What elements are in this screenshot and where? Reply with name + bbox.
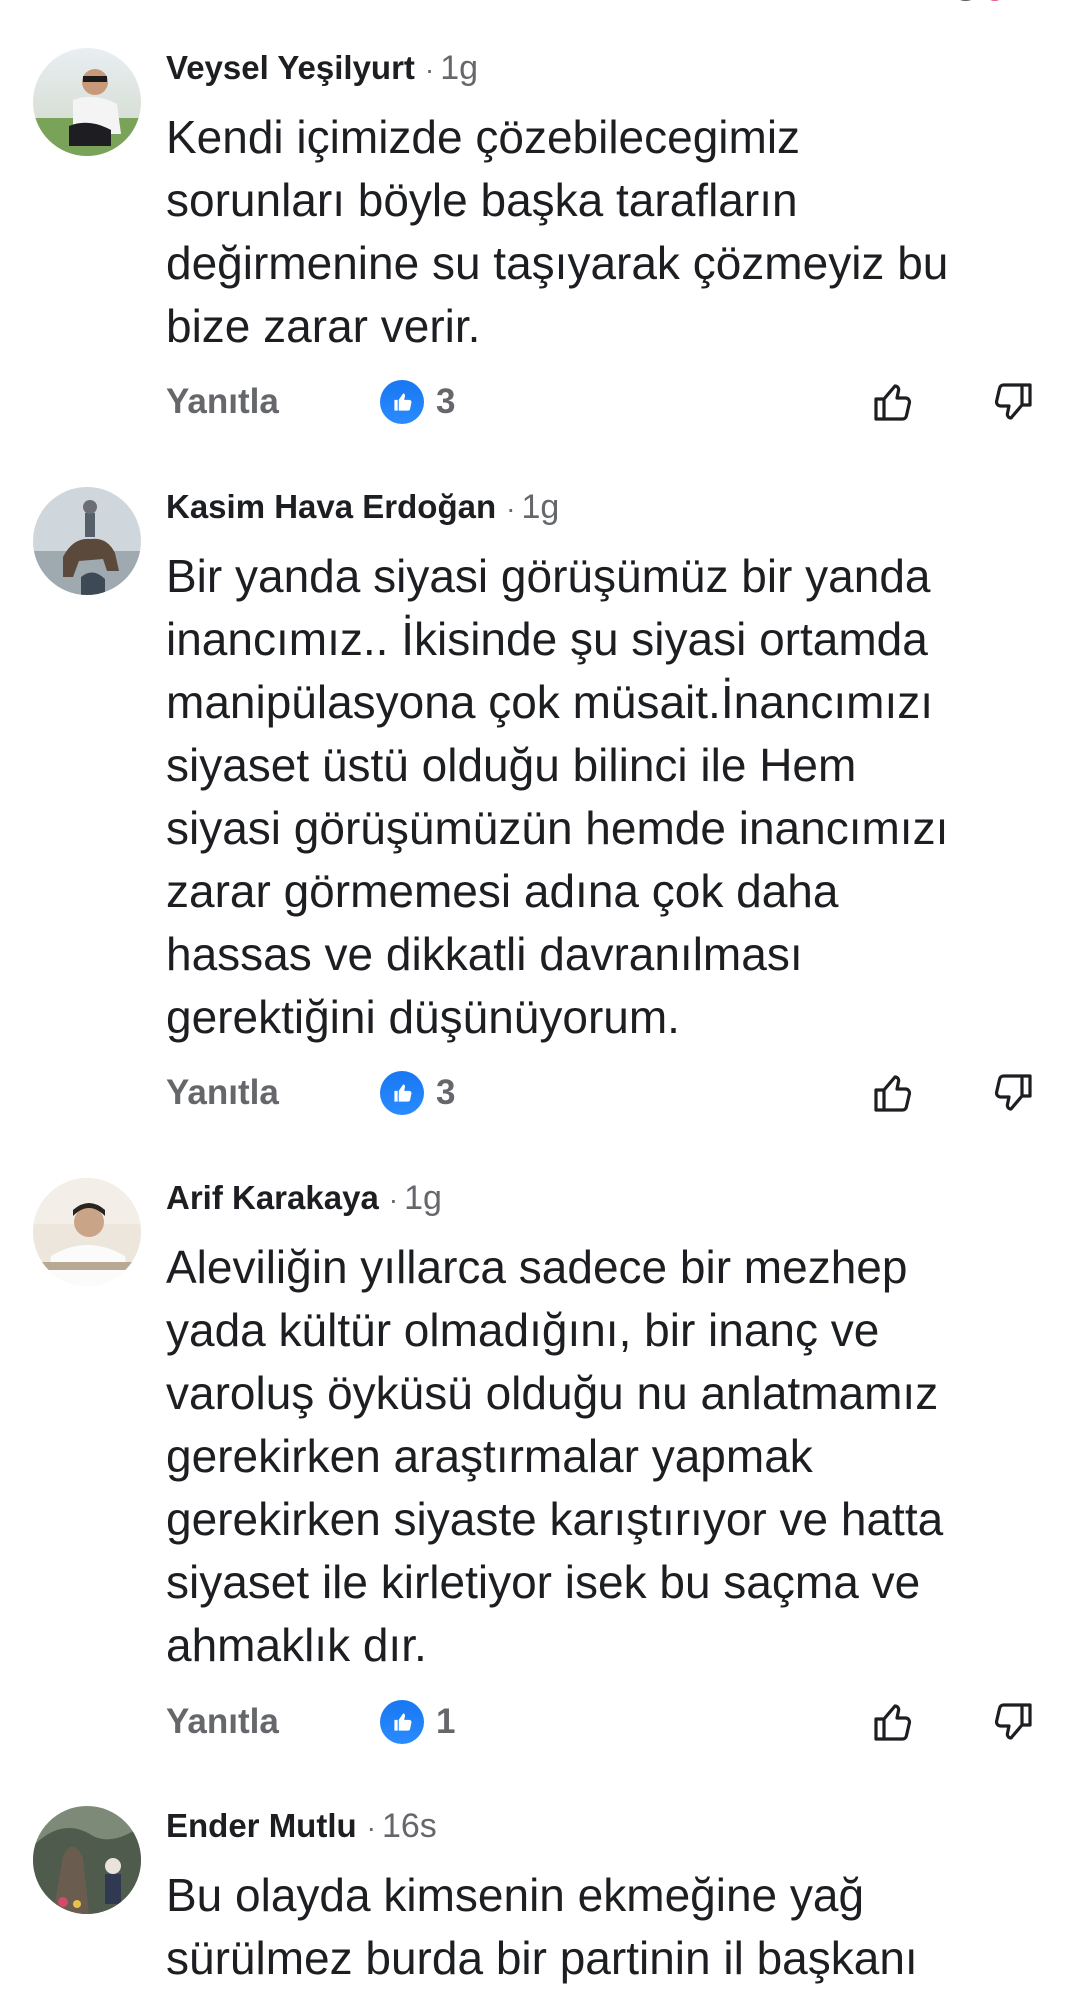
comment-header: Arif Karakaya · 1g bbox=[166, 1178, 442, 1220]
avatar-image bbox=[33, 487, 141, 595]
author-name[interactable]: Ender Mutlu bbox=[166, 1807, 357, 1844]
avatar[interactable] bbox=[33, 1806, 141, 1914]
avatar[interactable] bbox=[33, 48, 141, 156]
avatar-image bbox=[33, 1178, 141, 1286]
comment-text: Aleviliğin yıllarca sadece bir mezhep ya… bbox=[166, 1241, 944, 1671]
thumb-up-outline-icon[interactable] bbox=[870, 378, 918, 426]
comment-text: Bir yanda siyasi görüşümüz bir yanda ina… bbox=[166, 550, 949, 1043]
thumb-down-outline-icon[interactable] bbox=[988, 1069, 1036, 1117]
separator-dot: · bbox=[506, 493, 516, 524]
reply-button[interactable]: Yanıtla bbox=[166, 1702, 279, 1742]
author-name[interactable]: Kasim Hava Erdoğan bbox=[166, 488, 496, 525]
thumbs-up-icon[interactable] bbox=[380, 1700, 424, 1744]
reaction-count[interactable]: 3 bbox=[436, 382, 455, 422]
comment-actions: Yanıtla 3 bbox=[0, 1069, 1080, 1119]
reply-button[interactable]: Yanıtla bbox=[166, 382, 279, 422]
avatar[interactable] bbox=[33, 1178, 141, 1286]
thumb-up-outline-icon[interactable] bbox=[870, 1698, 918, 1746]
avatar[interactable] bbox=[33, 487, 141, 595]
comment-time: 1g bbox=[521, 488, 560, 526]
thumbs-up-icon[interactable] bbox=[380, 1071, 424, 1115]
comment-text: Kendi içimizde çözebilecegimiz sorunları… bbox=[166, 111, 949, 352]
comment-time: 1g bbox=[404, 1179, 442, 1217]
comment-header: Kasim Hava Erdoğan · 1g bbox=[166, 487, 559, 529]
reaction-count[interactable]: 3 bbox=[436, 1073, 455, 1113]
comment-actions: Yanıtla 1 bbox=[0, 1698, 1080, 1748]
comment-time: 1g bbox=[440, 49, 479, 87]
thumb-up-outline-icon[interactable] bbox=[870, 1069, 918, 1117]
reply-button[interactable]: Yanıtla bbox=[166, 1073, 279, 1113]
separator-dot: · bbox=[424, 54, 435, 85]
comment-actions: Yanıtla 3 bbox=[0, 378, 1080, 428]
thumb-down-outline-icon[interactable] bbox=[988, 1698, 1036, 1746]
separator-dot: · bbox=[388, 1184, 399, 1215]
thumbs-up-icon[interactable] bbox=[380, 380, 424, 424]
comment-header: Veysel Yeşilyurt · 1g bbox=[166, 48, 478, 90]
reaction-count[interactable]: 1 bbox=[436, 1702, 455, 1742]
author-name[interactable]: Veysel Yeşilyurt bbox=[166, 49, 415, 86]
avatar-image bbox=[33, 1806, 141, 1914]
author-name[interactable]: Arif Karakaya bbox=[166, 1179, 379, 1216]
thumb-down-outline-icon[interactable] bbox=[988, 378, 1036, 426]
comment-time: 16s bbox=[381, 1807, 437, 1845]
comment-text: Bu olayda kimsenin ekmeğine yağ sürülmez… bbox=[166, 1869, 918, 1984]
separator-dot: · bbox=[366, 1812, 376, 1843]
previous-content-sliver bbox=[960, 0, 1000, 2]
comment-header: Ender Mutlu · 16s bbox=[166, 1806, 437, 1848]
avatar-image bbox=[33, 48, 141, 156]
